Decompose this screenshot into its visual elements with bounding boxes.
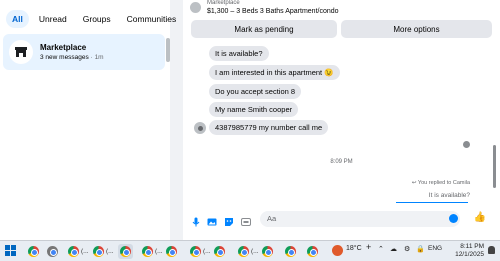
more-options-button[interactable]: More options	[341, 20, 492, 38]
filter-tabs: All Unread Groups Communities	[6, 10, 182, 28]
language-indicator[interactable]: ENG	[428, 245, 442, 252]
conversation-title: Marketplace	[40, 43, 87, 52]
filter-all[interactable]: All	[6, 10, 29, 28]
windows-start-icon[interactable]	[5, 245, 16, 256]
listing-title[interactable]: $1,300 – 3 Beds 3 Baths Apartment/condo	[207, 8, 339, 15]
taskbar-chrome-app-active[interactable]	[118, 244, 133, 259]
chrome-icon	[120, 246, 131, 257]
taskbar-chrome-app[interactable]: (...	[190, 244, 211, 259]
taskbar-app-label: (...	[106, 248, 114, 255]
filter-unread[interactable]: Unread	[33, 10, 73, 28]
conversation-subtitle: 3 new messages · 1m	[40, 54, 104, 61]
conversation-time: · 1m	[90, 54, 104, 61]
chrome-icon	[28, 246, 39, 257]
taskbar-chrome-app[interactable]	[262, 244, 273, 259]
windows-taskbar: (... (... (... (... (... 18°C + ⌃ ☁ ⚙ 🔒 …	[0, 240, 500, 261]
temperature-label[interactable]: 18°C	[346, 245, 362, 252]
filter-communities[interactable]: Communities	[121, 10, 183, 28]
taskbar-chrome-app[interactable]: (...	[142, 244, 163, 259]
message-input[interactable]: Aa	[260, 211, 460, 227]
system-clock[interactable]: 8:11 PM 12/1/2025	[455, 243, 484, 259]
emoji-icon[interactable]	[449, 214, 458, 223]
conversation-list-scrollbar[interactable]	[166, 38, 170, 62]
chat-scrollbar[interactable]	[493, 145, 496, 188]
clock-time: 8:11 PM	[460, 243, 484, 250]
reply-quote: It is available?	[428, 192, 470, 199]
chrome-icon	[142, 246, 153, 257]
gif-icon[interactable]	[241, 214, 251, 226]
message-bubble: It is available?	[209, 46, 269, 61]
conversation-unread-count: 3 new messages	[40, 54, 89, 61]
message-composer: Aa 👍	[183, 208, 500, 230]
taskbar-app[interactable]	[47, 244, 58, 259]
lock-icon[interactable]: 🔒	[416, 245, 425, 253]
taskbar-app-label: (...	[81, 248, 89, 255]
message-timestamp: 8:09 PM	[330, 159, 353, 165]
taskbar-chrome-app[interactable]: (...	[93, 244, 114, 259]
message-bubble: I am interested in this apartment 😉	[209, 65, 340, 80]
plus-icon[interactable]: +	[366, 242, 371, 252]
thumbs-up-icon[interactable]: 👍	[474, 212, 486, 223]
chrome-icon	[68, 246, 79, 257]
message-bubble: 4387985779 my number call me	[209, 120, 329, 135]
conversation-list-panel: All Unread Groups Communities Marketplac…	[0, 0, 176, 240]
sender-avatar	[194, 122, 206, 134]
photo-icon[interactable]	[207, 214, 217, 226]
chrome-icon	[307, 246, 318, 257]
taskbar-chrome-app[interactable]	[166, 244, 177, 259]
chrome-icon	[214, 246, 225, 257]
message-bubble: My name Smith cooper	[209, 102, 299, 117]
chevron-up-icon[interactable]: ⌃	[378, 245, 384, 253]
reply-underline	[396, 202, 468, 203]
sticker-icon[interactable]	[224, 214, 234, 226]
seen-avatar-icon	[463, 141, 470, 148]
taskbar-chrome-app[interactable]	[214, 244, 225, 259]
message-bubble: Do you accept section 8	[209, 84, 302, 99]
chrome-icon	[238, 246, 249, 257]
microphone-icon[interactable]	[191, 214, 201, 227]
taskbar-chrome-app[interactable]	[285, 244, 296, 259]
settings-icon[interactable]: ⚙	[404, 245, 410, 253]
chrome-icon	[190, 246, 201, 257]
chat-header-label: Marketplace	[207, 0, 240, 6]
clock-date: 12/1/2025	[455, 251, 484, 258]
chat-header: Marketplace $1,300 – 3 Beds 3 Baths Apar…	[183, 0, 500, 18]
chat-panel: Marketplace $1,300 – 3 Beds 3 Baths Apar…	[183, 0, 500, 240]
notification-bell-icon[interactable]	[488, 246, 495, 254]
taskbar-chrome-app[interactable]: (...	[68, 244, 89, 259]
cloud-icon[interactable]: ☁	[390, 245, 397, 253]
marketplace-store-icon	[9, 40, 33, 64]
taskbar-app-label: (...	[203, 248, 211, 255]
replied-label: ↩ You replied to Camila	[411, 180, 470, 186]
mark-as-pending-button[interactable]: Mark as pending	[191, 20, 337, 38]
app-icon	[47, 246, 58, 257]
taskbar-chrome-app[interactable]	[307, 244, 318, 259]
taskbar-chrome-app[interactable]	[28, 244, 39, 259]
taskbar-app-label: (...	[155, 248, 163, 255]
chrome-icon	[93, 246, 104, 257]
filter-groups[interactable]: Groups	[77, 10, 117, 28]
chrome-icon	[285, 246, 296, 257]
replied-label-text: You replied to Camila	[417, 180, 470, 186]
weather-icon[interactable]	[332, 245, 343, 256]
listing-avatar	[190, 2, 201, 13]
chrome-icon	[262, 246, 273, 257]
chrome-icon	[166, 246, 177, 257]
taskbar-app-label: (...	[251, 248, 259, 255]
conversation-item-marketplace[interactable]: Marketplace 3 new messages · 1m	[3, 34, 165, 70]
taskbar-chrome-app[interactable]: (...	[238, 244, 259, 259]
